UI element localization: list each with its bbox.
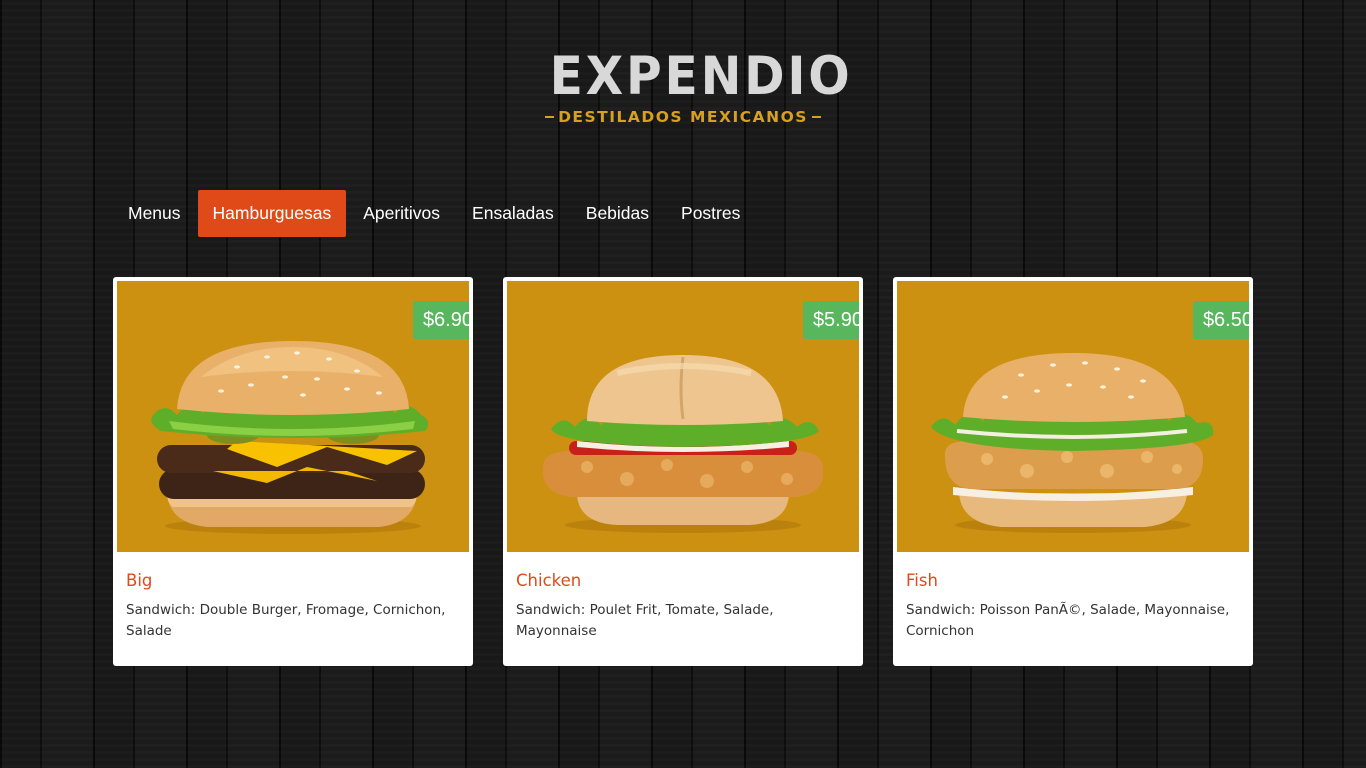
tab-postres[interactable]: Postres (666, 190, 755, 237)
product-name[interactable]: Big (126, 571, 469, 591)
tab-ensaladas[interactable]: Ensaladas (457, 190, 569, 237)
product-card-fish[interactable]: $6.50 Fish Sandwich: Poisson PanÃ©, Sala… (893, 277, 1253, 666)
logo-subtitle: DESTILADOS MEXICANOS (538, 108, 828, 126)
price-badge: $6.50 (1192, 301, 1249, 339)
tab-bebidas[interactable]: Bebidas (571, 190, 664, 237)
product-card-big[interactable]: $6.90 Big Sandwich: Double Burger, Froma… (113, 277, 473, 666)
tab-menus[interactable]: Menus (113, 190, 196, 237)
product-name[interactable]: Fish (906, 571, 1249, 591)
product-description: Sandwich: Poulet Frit, Tomate, Salade, M… (516, 602, 774, 639)
tab-aperitivos[interactable]: Aperitivos (348, 190, 455, 237)
logo-title: EXPENDIO (549, 46, 853, 107)
product-image[interactable]: $6.50 (897, 281, 1249, 552)
brand-logo[interactable]: EXPENDIO DESTILADOS MEXICANOS (538, 46, 853, 132)
product-card-chicken[interactable]: $5.90 Chicken Sandwich: Poulet Frit, Tom… (503, 277, 863, 666)
logo-dash-left (545, 116, 555, 118)
category-nav: Menus Hamburguesas Aperitivos Ensaladas … (113, 190, 757, 237)
tab-hamburguesas[interactable]: Hamburguesas (197, 190, 347, 237)
product-image[interactable]: $5.90 (507, 281, 859, 552)
product-name[interactable]: Chicken (516, 571, 859, 591)
product-description: Sandwich: Double Burger, Fromage, Cornic… (126, 602, 446, 639)
price-badge: $5.90 (802, 301, 859, 339)
logo-subtitle-text: DESTILADOS MEXICANOS (558, 108, 808, 126)
product-image[interactable]: $6.90 (117, 281, 469, 552)
product-description: Sandwich: Poisson PanÃ©, Salade, Mayonna… (906, 602, 1230, 639)
logo-dash-right (811, 116, 821, 118)
price-badge: $6.90 (412, 301, 469, 339)
